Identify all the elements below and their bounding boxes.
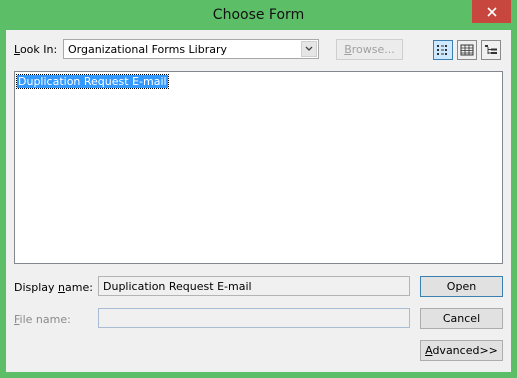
display-name-label: Display name: [14, 281, 93, 294]
look-in-value: Organizational Forms Library [68, 43, 228, 56]
look-in-dropdown[interactable]: Organizational Forms Library [63, 39, 319, 59]
advanced-button[interactable]: Advanced>> [420, 340, 503, 361]
browse-button[interactable]: Browse... [336, 39, 403, 60]
dialog-body: Look In: Organizational Forms Library Br… [6, 30, 511, 372]
look-in-label: Look In: [14, 43, 58, 56]
close-icon [486, 6, 497, 17]
title-bar: Choose Form [0, 0, 517, 30]
large-icons-view-icon [437, 45, 447, 55]
large-icons-view-button[interactable] [433, 40, 453, 60]
list-view-icon [460, 44, 474, 56]
chevron-down-icon [305, 46, 313, 51]
details-view-icon [485, 45, 497, 54]
file-name-label: File name: [14, 313, 71, 326]
dialog-title: Choose Form [212, 7, 305, 23]
details-view-button[interactable] [481, 40, 501, 60]
close-button[interactable] [472, 0, 511, 23]
list-item-selected[interactable]: Duplication Request E-mail [16, 74, 169, 89]
display-name-value: Duplication Request E-mail [103, 280, 252, 293]
cancel-button[interactable]: Cancel [420, 308, 503, 329]
open-button[interactable]: Open [420, 276, 503, 297]
choose-form-dialog: Choose Form Look In: Organizational Form… [0, 0, 517, 378]
list-view-button[interactable] [457, 40, 477, 60]
display-name-field: Duplication Request E-mail [98, 276, 410, 296]
file-name-field[interactable] [98, 308, 410, 328]
forms-list[interactable]: Duplication Request E-mail [14, 71, 503, 264]
dropdown-arrow-button[interactable] [301, 41, 317, 57]
